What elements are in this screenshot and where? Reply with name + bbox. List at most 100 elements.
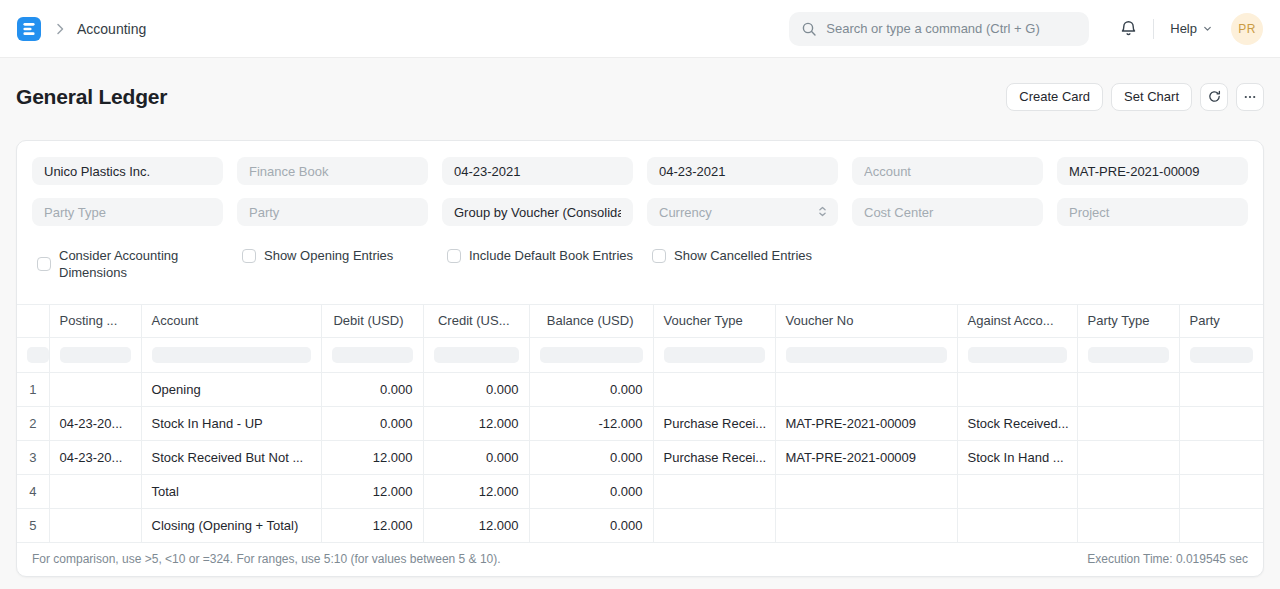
page-actions: Create Card Set Chart xyxy=(1006,83,1264,111)
project-filter[interactable] xyxy=(1057,198,1248,226)
ledger-table-wrap: Posting ...AccountDebit (USD)Credit (US.… xyxy=(17,304,1263,543)
column-filter-input[interactable] xyxy=(968,347,1067,363)
refresh-button[interactable] xyxy=(1200,83,1228,111)
execution-time: Execution Time: 0.019545 sec xyxy=(1087,552,1248,566)
cell: Stock Received... xyxy=(957,406,1077,440)
column-header[interactable]: Against Acco... xyxy=(957,305,1077,337)
column-header[interactable]: Party xyxy=(1179,305,1263,337)
cell: MAT-PRE-2021-00009 xyxy=(775,440,957,474)
checkbox-icon xyxy=(447,249,461,263)
help-label: Help xyxy=(1170,21,1197,36)
checkbox-icon xyxy=(652,249,666,263)
user-avatar[interactable]: PR xyxy=(1231,13,1263,45)
cell: 0.000 xyxy=(529,474,653,508)
column-header[interactable]: Posting ... xyxy=(49,305,141,337)
column-filter-input[interactable] xyxy=(332,347,413,363)
group-by-filter[interactable] xyxy=(442,198,633,226)
app-logo[interactable] xyxy=(17,17,41,41)
cell: 04-23-20... xyxy=(49,406,141,440)
cell xyxy=(49,372,141,406)
filter-cell xyxy=(957,337,1077,372)
filter-cell xyxy=(775,337,957,372)
navbar: Accounting Search or type a command (Ctr… xyxy=(0,0,1280,58)
help-menu[interactable]: Help xyxy=(1170,21,1213,36)
filter-cell xyxy=(529,337,653,372)
menu-button[interactable] xyxy=(1236,83,1264,111)
cell: 12.000 xyxy=(423,474,529,508)
column-header[interactable]: Voucher Type xyxy=(653,305,775,337)
table-row: 4Total12.00012.0000.000 xyxy=(17,474,1263,508)
show-opening-entries-checkbox[interactable]: Show Opening Entries xyxy=(242,247,428,264)
cell xyxy=(1077,508,1179,542)
to-date-filter[interactable] xyxy=(647,157,838,185)
currency-filter[interactable] xyxy=(647,198,838,226)
include-default-book-entries-checkbox[interactable]: Include Default Book Entries xyxy=(447,247,633,264)
set-chart-button[interactable]: Set Chart xyxy=(1111,83,1192,111)
company-filter[interactable] xyxy=(32,157,223,185)
column-header[interactable]: Credit (US... xyxy=(423,305,529,337)
filter-cell xyxy=(423,337,529,372)
page-title: General Ledger xyxy=(16,85,1006,109)
filter-cell xyxy=(49,337,141,372)
cell: 12.000 xyxy=(321,440,423,474)
column-filter-input[interactable] xyxy=(1088,347,1169,363)
column-header[interactable]: Party Type xyxy=(1077,305,1179,337)
column-header[interactable]: Balance (USD) xyxy=(529,305,653,337)
cell: 0.000 xyxy=(321,372,423,406)
cell: Stock In Hand ... xyxy=(957,440,1077,474)
column-header[interactable]: Debit (USD) xyxy=(321,305,423,337)
party-type-filter[interactable] xyxy=(32,198,223,226)
cell: Stock In Hand - UP xyxy=(141,406,321,440)
from-date-filter[interactable] xyxy=(442,157,633,185)
ellipsis-icon xyxy=(1243,90,1257,104)
column-filter-input[interactable] xyxy=(60,347,131,363)
cell: Purchase Recei... xyxy=(653,440,775,474)
filters-section: Consider Accounting Dimensions Show Open… xyxy=(17,141,1263,281)
create-card-button[interactable]: Create Card xyxy=(1006,83,1103,111)
column-header[interactable]: Account xyxy=(141,305,321,337)
column-filter-input[interactable] xyxy=(664,347,765,363)
column-filter-input[interactable] xyxy=(540,347,643,363)
row-index: 2 xyxy=(17,406,49,440)
search-icon xyxy=(801,21,817,37)
cell xyxy=(1179,372,1263,406)
global-search-input[interactable]: Search or type a command (Ctrl + G) xyxy=(789,12,1089,46)
row-index: 1 xyxy=(17,372,49,406)
show-cancelled-entries-checkbox[interactable]: Show Cancelled Entries xyxy=(652,247,838,264)
cell xyxy=(1179,406,1263,440)
navbar-right: Help PR xyxy=(1089,13,1263,45)
cell: MAT-PRE-2021-00009 xyxy=(775,406,957,440)
cell xyxy=(1077,440,1179,474)
column-header[interactable]: Voucher No xyxy=(775,305,957,337)
cell xyxy=(653,508,775,542)
consider-accounting-dimensions-checkbox[interactable]: Consider Accounting Dimensions xyxy=(37,247,223,281)
cell xyxy=(775,372,957,406)
row-index: 3 xyxy=(17,440,49,474)
ledger-table: Posting ...AccountDebit (USD)Credit (US.… xyxy=(17,305,1263,543)
navbar-divider xyxy=(1153,19,1154,39)
cell xyxy=(1077,372,1179,406)
card-footer: For comparison, use >5, <10 or =324. For… xyxy=(17,543,1263,577)
filter-cell xyxy=(653,337,775,372)
cell: 0.000 xyxy=(529,372,653,406)
cell xyxy=(1077,406,1179,440)
checkbox-icon xyxy=(37,257,51,271)
column-header[interactable] xyxy=(17,305,49,337)
voucher-no-filter[interactable] xyxy=(1057,157,1248,185)
finance-book-filter[interactable] xyxy=(237,157,428,185)
column-filter-input[interactable] xyxy=(786,347,947,363)
filter-cell xyxy=(1077,337,1179,372)
cost-center-filter[interactable] xyxy=(852,198,1043,226)
page-header: General Ledger Create Card Set Chart xyxy=(0,58,1280,140)
cell: 0.000 xyxy=(529,508,653,542)
column-filter-input[interactable] xyxy=(27,347,49,363)
breadcrumb-accounting[interactable]: Accounting xyxy=(77,21,146,37)
notifications-bell-icon[interactable] xyxy=(1120,20,1137,37)
column-filter-input[interactable] xyxy=(434,347,519,363)
account-filter[interactable] xyxy=(852,157,1043,185)
cell: 0.000 xyxy=(423,440,529,474)
party-filter[interactable] xyxy=(237,198,428,226)
column-filter-row xyxy=(17,337,1263,372)
column-filter-input[interactable] xyxy=(152,347,311,363)
column-filter-input[interactable] xyxy=(1190,347,1254,363)
